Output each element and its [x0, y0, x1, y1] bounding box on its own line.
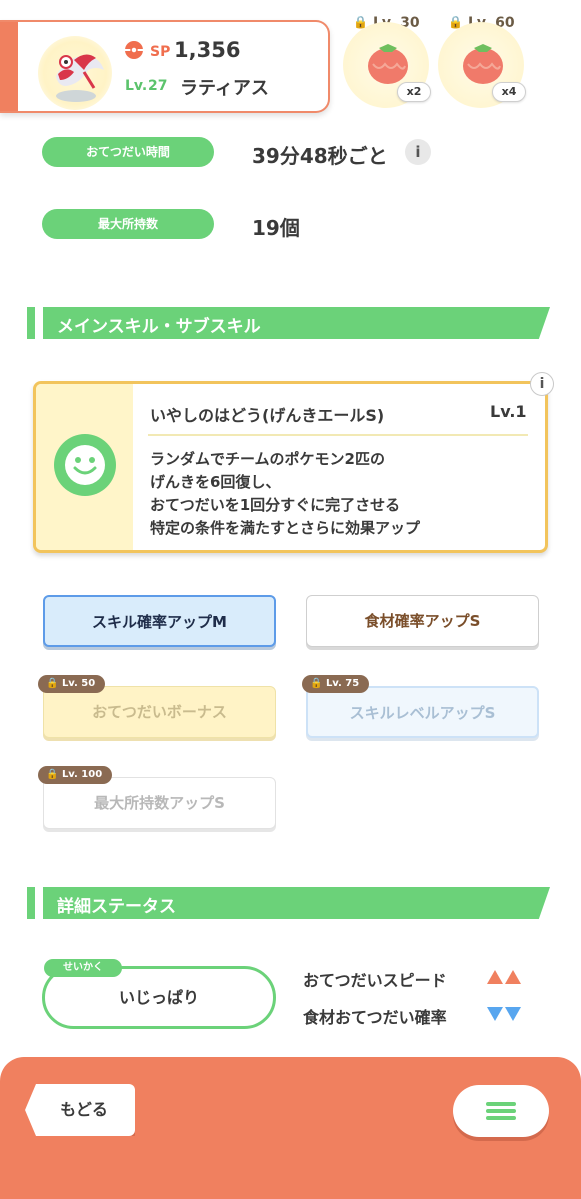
- stat-ingredient-rate-label: 食材おてつだい確率: [303, 1008, 447, 1027]
- sub-skill-4[interactable]: スキルレベルアップS: [306, 686, 539, 738]
- latias-sprite-icon: [56, 54, 104, 102]
- level-label: Lv.: [125, 78, 148, 94]
- description-line: 特定の条件を満たすとさらに効果アップ: [150, 519, 421, 537]
- smile-icon: [54, 434, 116, 496]
- ingredient-quantity: x4: [492, 82, 526, 102]
- stat-down-indicator: [487, 1007, 521, 1021]
- tomato-icon: [368, 44, 408, 84]
- section-title: 詳細ステータス: [57, 897, 176, 917]
- nature-tag: せいかく: [44, 959, 122, 977]
- lock-level: Lv. 75: [325, 678, 360, 689]
- menu-button[interactable]: [453, 1085, 549, 1137]
- main-skill-card[interactable]: いやしのはどう(げんきエールS) Lv.1 ランダムでチームのポケモン2匹の げ…: [33, 381, 548, 553]
- tomato-icon: [463, 44, 503, 84]
- skills-section-header: メインスキル・サブスキル: [27, 307, 550, 339]
- up-arrow-icon: [505, 970, 521, 984]
- section-title: メインスキル・サブスキル: [57, 317, 261, 337]
- card-accent: [0, 22, 18, 111]
- description-line: おてつだいを1回分すぐに完了させる: [150, 496, 401, 514]
- sub-skill-4-lock: 🔒 Lv. 75: [302, 675, 370, 693]
- section-header-stripe: [27, 307, 35, 339]
- help-time-label: おてつだい時間: [42, 137, 214, 167]
- stat-help-speed-label: おてつだいスピード: [303, 971, 447, 990]
- sub-skill-3[interactable]: おてつだいボーナス: [43, 686, 276, 738]
- stat-up-indicator: [487, 970, 521, 984]
- lock-level: Lv. 100: [61, 769, 103, 780]
- description-line: げんきを6回復し、: [150, 473, 281, 491]
- menu-icon: [486, 1109, 516, 1113]
- sub-skill-3-lock: 🔒 Lv. 50: [38, 675, 106, 693]
- max-carry-value: 19個: [252, 216, 300, 240]
- lock-level: Lv. 50: [61, 678, 96, 689]
- skill-info-icon[interactable]: i: [530, 372, 554, 396]
- main-skill-level: Lv.1: [490, 402, 527, 421]
- sp-value: 1,356: [174, 38, 241, 62]
- pokemon-name: ラティアス: [180, 78, 269, 99]
- ingredient-quantity: x2: [397, 82, 431, 102]
- down-arrow-icon: [487, 1007, 503, 1021]
- lock-icon: 🔒: [46, 678, 62, 689]
- sub-skill-2[interactable]: 食材確率アップS: [306, 595, 539, 647]
- lock-icon: 🔒: [46, 769, 62, 780]
- level-value: 27: [148, 78, 168, 94]
- sub-skill-1[interactable]: スキル確率アップM: [43, 595, 276, 647]
- menu-icon: [486, 1102, 516, 1106]
- back-button[interactable]: もどる: [25, 1084, 135, 1136]
- up-arrow-icon: [487, 970, 503, 984]
- down-arrow-icon: [505, 1007, 521, 1021]
- help-time-value: 39分48秒ごと: [252, 144, 388, 168]
- ingredient-slot-2[interactable]: 🔒 Lv. 60 x4: [438, 12, 528, 108]
- section-header-stripe: [27, 887, 35, 919]
- main-skill-description: ランダムでチームのポケモン2匹の げんきを6回復し、 おてつだいを1回分すぐに完…: [150, 448, 420, 540]
- lock-icon: 🔒: [310, 678, 326, 689]
- description-line: ランダムでチームのポケモン2匹の: [150, 450, 385, 468]
- ingredient-slot-1[interactable]: 🔒 Lv. 30 x2: [343, 12, 433, 108]
- details-section-header: 詳細ステータス: [27, 887, 550, 919]
- max-carry-label: 最大所持数: [42, 209, 214, 239]
- main-skill-name: いやしのはどう(げんきエールS): [150, 406, 385, 425]
- pokemon-card: SP 1,356 Lv. 27 ラティアス: [0, 20, 330, 113]
- menu-icon: [486, 1116, 516, 1120]
- pokemon-avatar: [38, 36, 112, 110]
- info-icon[interactable]: i: [405, 139, 431, 165]
- sp-label: SP: [150, 44, 171, 60]
- divider: [148, 434, 528, 436]
- sub-skill-5[interactable]: 最大所持数アップS: [43, 777, 276, 829]
- sub-skill-5-lock: 🔒 Lv. 100: [38, 766, 113, 784]
- pokeball-icon: [125, 41, 143, 59]
